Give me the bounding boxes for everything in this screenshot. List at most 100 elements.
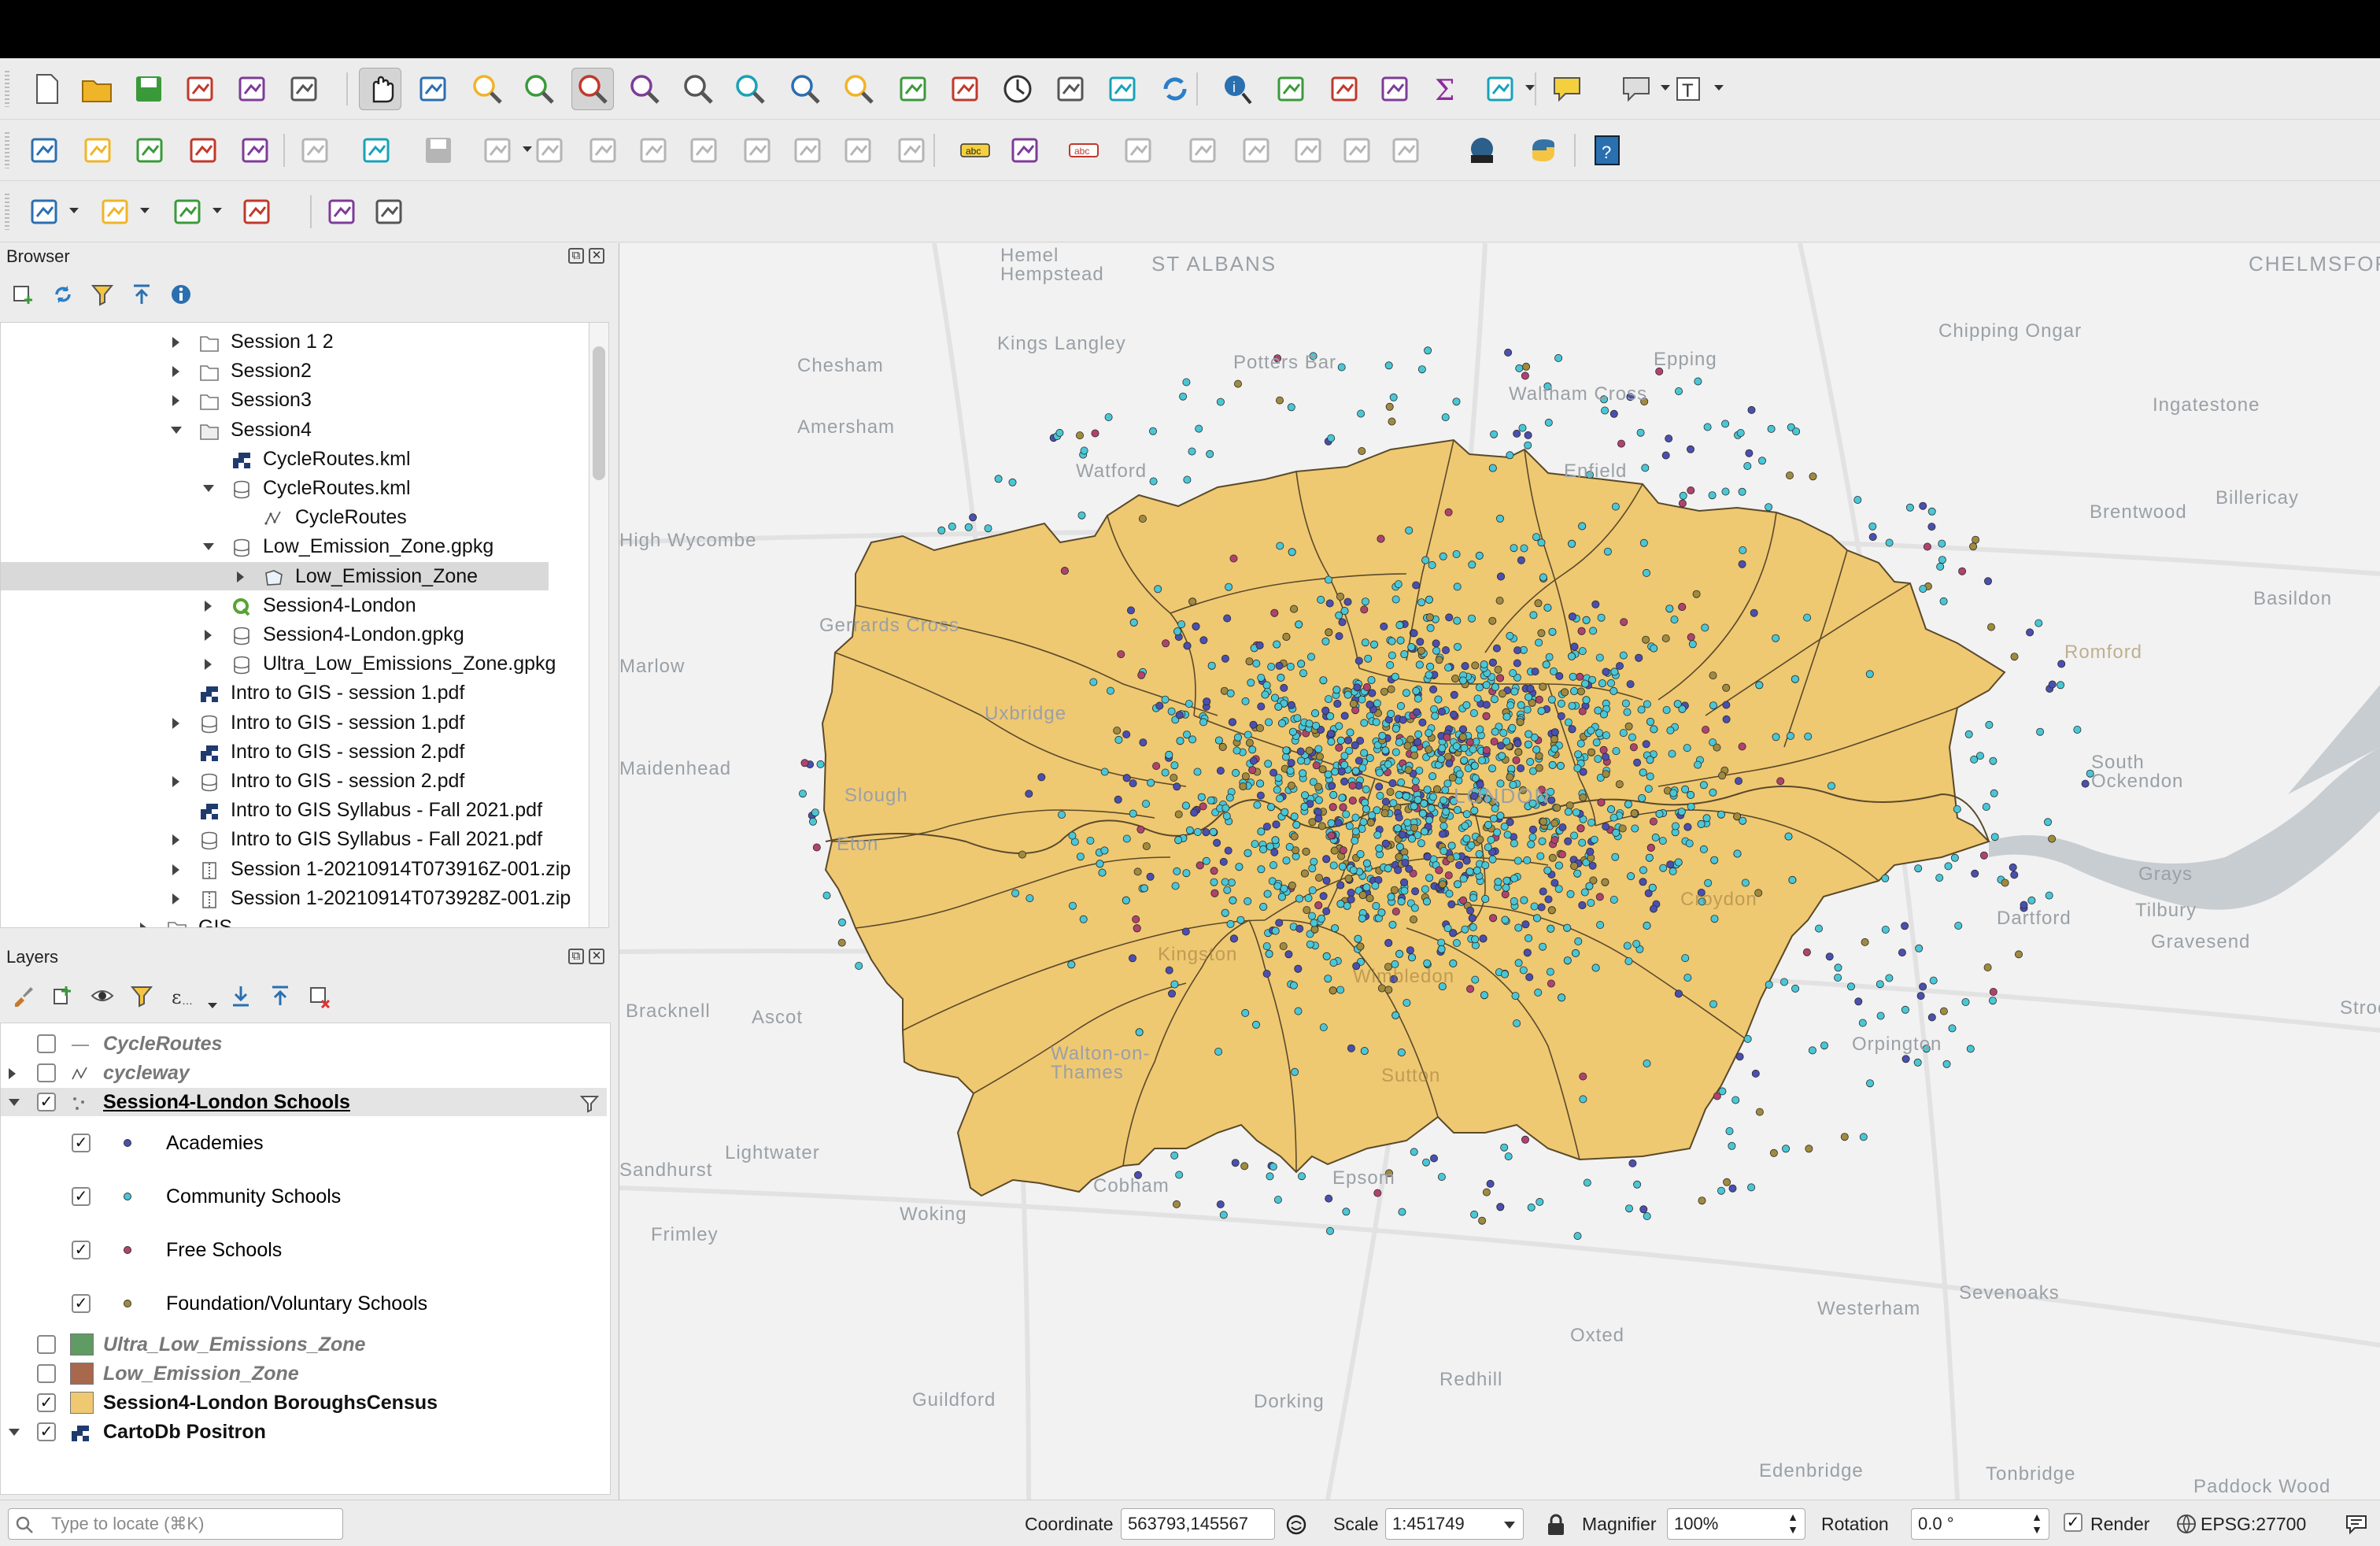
rotation-spinbox[interactable]: 0.0 ° ▲ ▼ bbox=[1911, 1508, 2049, 1540]
expand-right-arrow-icon[interactable] bbox=[172, 893, 179, 904]
new-geopackage-layer-button[interactable] bbox=[77, 129, 120, 172]
plugin-tool-button[interactable] bbox=[368, 190, 411, 233]
expand-right-arrow-icon[interactable] bbox=[172, 776, 179, 787]
python-console-button[interactable] bbox=[1522, 129, 1565, 172]
browser-item[interactable]: Ultra_Low_Emissions_Zone.gpkg bbox=[1, 649, 583, 678]
browser-item[interactable]: Session3 bbox=[1, 386, 583, 414]
expand-down-arrow-icon[interactable] bbox=[203, 485, 214, 492]
select-features-button[interactable] bbox=[24, 190, 66, 233]
zoom-next-button[interactable] bbox=[837, 68, 880, 110]
lock-scale-icon[interactable] bbox=[1546, 1513, 1566, 1537]
layout-manager-button[interactable] bbox=[231, 68, 274, 110]
legend-class-item[interactable]: ✓ Foundation/Voluntary Schools bbox=[1, 1289, 607, 1318]
measure-button[interactable] bbox=[1480, 68, 1522, 110]
expand-down-arrow-icon[interactable] bbox=[203, 543, 214, 551]
legend-class-item[interactable]: ✓ Community Schools bbox=[1, 1182, 607, 1211]
text-annotation-button[interactable]: T bbox=[1669, 68, 1711, 110]
attribute-table-button[interactable] bbox=[1270, 68, 1313, 110]
paste-features-button[interactable] bbox=[787, 129, 830, 172]
layer-visibility-checkbox[interactable] bbox=[37, 1034, 56, 1053]
browser-float-button[interactable]: ⧉ bbox=[568, 248, 584, 264]
locator-search-button[interactable] bbox=[321, 190, 364, 233]
help-button[interactable]: ? bbox=[1587, 129, 1629, 172]
collapse-all-layers-icon[interactable] bbox=[266, 982, 294, 1010]
layer-visibility-checkbox[interactable] bbox=[37, 1063, 56, 1082]
layer-visibility-checkbox[interactable] bbox=[37, 1335, 56, 1354]
save-project-button[interactable] bbox=[128, 68, 170, 110]
layer-visibility-checkbox[interactable]: ✓ bbox=[37, 1393, 56, 1412]
browser-item[interactable]: Session 1-20210914T073928Z-001.zip bbox=[1, 884, 583, 912]
remove-layer-icon[interactable] bbox=[305, 982, 334, 1010]
style-manager-button[interactable] bbox=[283, 68, 326, 110]
filter-icon[interactable] bbox=[88, 280, 116, 309]
expand-down-arrow-icon[interactable] bbox=[171, 426, 182, 434]
expand-right-arrow-icon[interactable] bbox=[172, 366, 179, 378]
new-3d-view-button[interactable] bbox=[944, 68, 987, 110]
change-label-button[interactable] bbox=[1385, 129, 1428, 172]
new-map-view-button[interactable] bbox=[893, 68, 935, 110]
properties-info-icon[interactable] bbox=[167, 280, 195, 309]
browser-item[interactable]: Session 1-20210914T073916Z-001.zip bbox=[1, 855, 583, 883]
layer-visibility-checkbox[interactable] bbox=[37, 1364, 56, 1383]
measure-dropdown-icon[interactable] bbox=[1525, 85, 1535, 91]
select-features-dropdown-icon[interactable] bbox=[69, 208, 79, 213]
zoom-full-button[interactable] bbox=[571, 68, 614, 110]
expand-right-arrow-icon[interactable] bbox=[172, 834, 179, 846]
browser-item[interactable]: GIS bbox=[1, 913, 583, 927]
expand-right-arrow-icon[interactable] bbox=[140, 923, 147, 927]
new-print-layout-button[interactable] bbox=[179, 68, 222, 110]
deselect-dropdown-icon[interactable] bbox=[213, 208, 222, 213]
highlight-pinned-labels-button[interactable]: abc bbox=[1062, 129, 1105, 172]
layer-item[interactable]: cycleway bbox=[1, 1059, 607, 1087]
identify-button[interactable]: i bbox=[1217, 68, 1259, 110]
browser-tree[interactable]: Session 1 2 Session2 Session3 Session4 Cycle… bbox=[0, 322, 590, 928]
browser-item[interactable]: Low_Emission_Zone bbox=[1, 561, 549, 590]
move-label-button[interactable] bbox=[1288, 129, 1330, 172]
map-tips-button[interactable] bbox=[1546, 68, 1588, 110]
filter-legend-icon[interactable] bbox=[128, 982, 156, 1010]
browser-item[interactable]: Session4-London.gpkg bbox=[1, 620, 583, 649]
text-annotation-dropdown-icon[interactable] bbox=[1714, 85, 1724, 91]
open-project-button[interactable] bbox=[76, 68, 118, 110]
layers-close-button[interactable]: ✕ bbox=[589, 949, 604, 964]
refresh-button[interactable] bbox=[1154, 68, 1196, 110]
layer-visibility-checkbox[interactable]: ✓ bbox=[37, 1422, 56, 1441]
deselect-button[interactable] bbox=[167, 190, 209, 233]
expand-down-arrow-icon[interactable] bbox=[9, 1099, 20, 1106]
magnifier-spinbox[interactable]: 100% ▲ ▼ bbox=[1667, 1508, 1805, 1540]
expand-right-arrow-icon[interactable] bbox=[172, 864, 179, 875]
layer-item[interactable]: ✓ Session4-London BoroughsCensus bbox=[1, 1389, 607, 1417]
browser-item[interactable]: Session4-London bbox=[1, 591, 583, 620]
add-selected-layers-button[interactable] bbox=[9, 280, 38, 309]
add-feature-button[interactable] bbox=[477, 129, 519, 172]
show-hide-labels-button[interactable] bbox=[1236, 129, 1278, 172]
expand-right-arrow-icon[interactable] bbox=[237, 571, 244, 583]
browser-item[interactable]: Intro to GIS - session 1.pdf bbox=[1, 708, 583, 737]
browser-item[interactable]: Low_Emission_Zone.gpkg bbox=[1, 532, 583, 560]
layer-item[interactable]: ✓ CartoDb Positron bbox=[1, 1418, 607, 1446]
browser-item[interactable]: CycleRoutes.kml bbox=[1, 445, 583, 473]
crs-globe-icon[interactable] bbox=[2175, 1513, 2197, 1535]
rotate-label-button[interactable] bbox=[1336, 129, 1379, 172]
select-location-button[interactable] bbox=[236, 190, 279, 233]
layer-item[interactable]: CycleRoutes bbox=[1, 1030, 607, 1058]
browser-scrollbar[interactable] bbox=[589, 322, 609, 928]
messages-icon[interactable] bbox=[2344, 1511, 2369, 1537]
layer-visibility-checkbox[interactable]: ✓ bbox=[72, 1134, 91, 1152]
save-edits-button[interactable] bbox=[417, 129, 460, 172]
layer-diagram-button[interactable] bbox=[1004, 129, 1047, 172]
field-calculator-button[interactable] bbox=[1324, 68, 1366, 110]
layer-visibility-checkbox[interactable]: ✓ bbox=[72, 1241, 91, 1259]
coordinate-field[interactable]: 563793,145567 bbox=[1121, 1508, 1275, 1540]
expand-down-arrow-icon[interactable] bbox=[9, 1429, 20, 1436]
browser-item[interactable]: Session4 bbox=[1, 416, 583, 444]
new-project-button[interactable] bbox=[25, 68, 68, 110]
vertex-tool-button[interactable] bbox=[529, 129, 571, 172]
new-shapefile-layer-button[interactable] bbox=[129, 129, 172, 172]
manage-visibility-icon[interactable] bbox=[88, 982, 116, 1010]
expand-right-arrow-icon[interactable] bbox=[205, 600, 212, 612]
temporal-controller-button[interactable] bbox=[996, 68, 1039, 110]
layer-visibility-checkbox[interactable]: ✓ bbox=[72, 1187, 91, 1206]
zoom-in-button[interactable] bbox=[466, 68, 508, 110]
select-by-value-button[interactable] bbox=[94, 190, 137, 233]
